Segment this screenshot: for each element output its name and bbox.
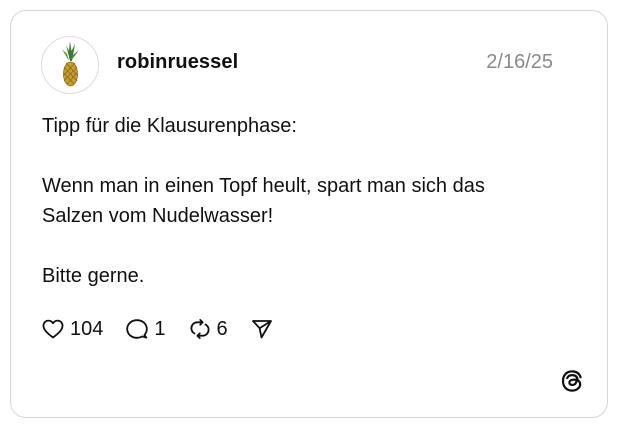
threads-logo-glyph (561, 370, 582, 392)
repost-button[interactable]: 6 (188, 317, 228, 341)
threads-logo-icon[interactable] (559, 368, 585, 394)
action-bar: 104 1 6 (41, 314, 296, 344)
like-button[interactable]: 104 (41, 317, 103, 341)
repost-count: 6 (216, 317, 228, 340)
post-card: robinruessel 2/16/25 Tipp für die Klausu… (10, 10, 608, 418)
heart-icon (42, 319, 64, 339)
reply-count: 1 (154, 317, 166, 340)
reply-button[interactable]: 1 (125, 317, 166, 341)
like-count: 104 (70, 317, 104, 340)
speech-bubble-icon (126, 319, 149, 339)
post-text-line: Tipp für die Klausurenphase: (42, 115, 297, 137)
post-date: 2/16/25 (486, 51, 553, 73)
post-text-line: Salzen vom Nudelwasser! (42, 205, 274, 227)
repost-icon (189, 319, 210, 339)
post-text: Tipp für die Klausurenphase: Wenn man in… (42, 111, 582, 291)
avatar[interactable] (41, 36, 99, 94)
username[interactable]: robinruessel (117, 51, 238, 74)
pineapple-icon (62, 41, 79, 87)
post-text-line: Wenn man in einen Topf heult, spart man … (42, 175, 485, 197)
send-icon (251, 320, 272, 339)
share-button[interactable] (250, 317, 274, 341)
post-text-line: Bitte gerne. (42, 265, 145, 287)
